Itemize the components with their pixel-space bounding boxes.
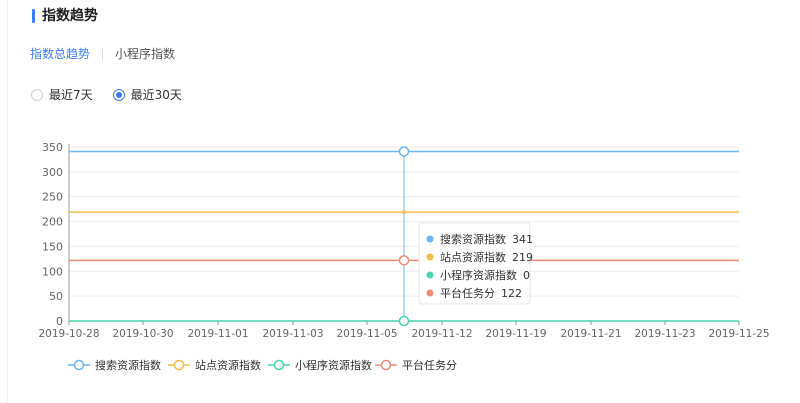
legend-item-label: 平台任务分 xyxy=(402,358,457,372)
tooltip-value: 341 xyxy=(512,233,533,246)
tooltip-label: 平台任务分 xyxy=(440,286,495,300)
x-tick-label: 2019-11-19 xyxy=(485,328,546,340)
tooltip-marker-icon xyxy=(426,271,434,279)
tooltip-label: 站点资源指数 xyxy=(440,250,506,264)
y-tick-label: 300 xyxy=(42,166,63,179)
y-tick-label: 100 xyxy=(42,265,63,278)
tooltip-label: 搜索资源指数 xyxy=(440,232,506,246)
x-tick-label: 2019-10-28 xyxy=(38,328,99,340)
x-tick-label: 2019-11-21 xyxy=(560,328,621,340)
legend-marker-icon xyxy=(273,359,285,371)
legend-marker-icon xyxy=(380,359,392,371)
x-tick-label: 2019-11-03 xyxy=(262,328,323,340)
x-tick-label: 2019-10-30 xyxy=(112,328,173,340)
y-tick-label: 0 xyxy=(56,315,63,328)
legend-item-label: 小程序资源指数 xyxy=(295,358,372,372)
legend-item-label: 站点资源指数 xyxy=(195,358,261,372)
series-point-2 xyxy=(398,315,410,327)
y-tick-label: 150 xyxy=(42,240,63,253)
tooltip-value: 219 xyxy=(512,251,533,264)
y-tick-label: 350 xyxy=(42,141,63,154)
x-tick-label: 2019-11-25 xyxy=(708,328,769,340)
x-tick-label: 2019-11-23 xyxy=(634,328,695,340)
tooltip-marker-icon xyxy=(426,289,434,297)
trend-line-chart[interactable]: 0 50 100 150 200 250 300 350 2019-10-28 2019-10-3… xyxy=(0,0,800,403)
tooltip-label: 小程序资源指数 xyxy=(440,268,517,282)
tooltip-marker-icon xyxy=(426,253,434,261)
series-point-0 xyxy=(398,146,410,157)
y-tick-label: 50 xyxy=(49,290,63,303)
tooltip-value: 122 xyxy=(501,287,522,300)
tooltip-value: 0 xyxy=(523,269,530,282)
legend-marker-icon xyxy=(173,359,185,371)
y-tick-label: 200 xyxy=(42,216,63,229)
series-point-3 xyxy=(398,255,410,266)
y-tick-label: 250 xyxy=(42,191,63,204)
x-tick-label: 2019-11-12 xyxy=(411,328,472,340)
legend-marker-icon xyxy=(73,359,85,371)
legend-item-label: 搜索资源指数 xyxy=(95,358,161,372)
x-tick-label: 2019-11-01 xyxy=(187,328,248,340)
series-point-1 xyxy=(402,210,406,215)
x-tick-label: 2019-11-05 xyxy=(336,328,397,340)
tooltip-marker-icon xyxy=(426,235,434,243)
